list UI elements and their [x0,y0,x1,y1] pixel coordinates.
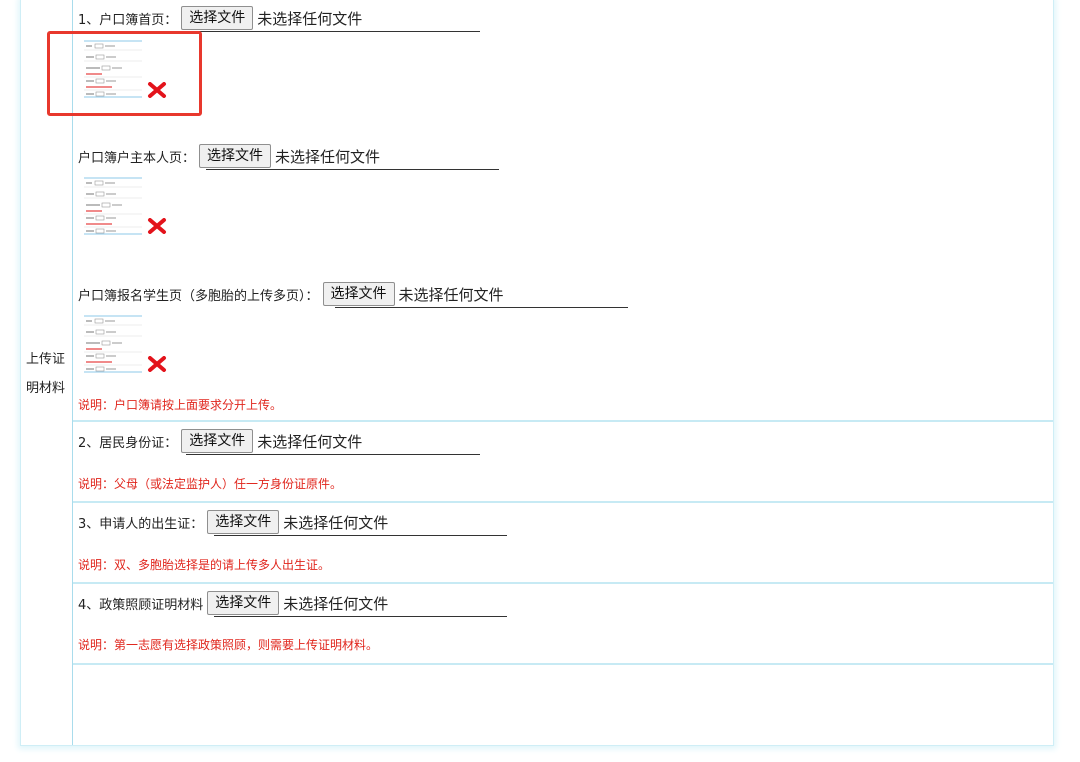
choose-file-button[interactable]: 选择文件 [322,282,395,306]
choose-file-button[interactable]: 选择文件 [181,429,254,453]
upload-materials-label: 上传证明材料 [26,352,66,396]
uploaded-image-thumbnail[interactable] [84,315,144,373]
file-input-underline [206,169,499,170]
choose-file-button[interactable]: 选择文件 [181,6,254,30]
choose-file-button[interactable]: 选择文件 [207,591,280,615]
upload-label: 1、户口簿首页： [78,12,178,28]
upload-label: 户口簿户主本人页： [78,150,196,166]
file-input-underline [186,454,480,455]
file-input-underline [214,535,507,536]
upload-field-household-first-page: 1、户口簿首页： 选择文件 未选择任何文件 [78,6,362,30]
upload-field-household-head-page: 户口簿户主本人页： 选择文件 未选择任何文件 [78,144,380,168]
row-separator [73,582,1053,584]
upload-field-birth-certificate: 3、申请人的出生证： 选择文件 未选择任何文件 [78,510,388,534]
upload-label: 2、居民身份证： [78,435,178,451]
delete-icon[interactable] [147,218,167,234]
row-separator [73,420,1053,422]
delete-icon[interactable] [147,356,167,372]
upload-label: 4、政策照顾证明材料 [78,597,204,613]
file-input-underline [335,307,628,308]
upload-field-student-page: 户口簿报名学生页（多胞胎的上传多页）： 选择文件 未选择任何文件 [78,282,504,306]
section-note: 说明：双、多胞胎选择是的请上传多人出生证。 [78,558,331,572]
file-status-text: 未选择任何文件 [257,432,363,451]
file-status-text: 未选择任何文件 [257,9,363,28]
upload-label: 户口簿报名学生页（多胞胎的上传多页）： [78,288,319,304]
file-input-underline [186,31,480,32]
section-note: 说明：父母（或法定监护人）任一方身份证原件。 [78,477,343,491]
file-status-text: 未选择任何文件 [283,513,389,532]
file-status-text: 未选择任何文件 [398,285,504,304]
uploaded-image-thumbnail[interactable] [84,177,144,235]
section-note: 说明：户口簿请按上面要求分开上传。 [78,398,283,412]
choose-file-button[interactable]: 选择文件 [207,510,280,534]
section-note: 说明：第一志愿有选择政策照顾，则需要上传证明材料。 [78,638,379,652]
row-separator [73,663,1053,665]
file-status-text: 未选择任何文件 [283,594,389,613]
upload-label: 3、申请人的出生证： [78,516,204,532]
upload-field-policy-proof: 4、政策照顾证明材料 选择文件 未选择任何文件 [78,591,388,615]
file-status-text: 未选择任何文件 [275,147,381,166]
row-separator [73,501,1053,503]
choose-file-button[interactable]: 选择文件 [199,144,272,168]
highlight-box [47,31,202,116]
upload-field-id-card: 2、居民身份证： 选择文件 未选择任何文件 [78,429,362,453]
file-input-underline [214,616,507,617]
